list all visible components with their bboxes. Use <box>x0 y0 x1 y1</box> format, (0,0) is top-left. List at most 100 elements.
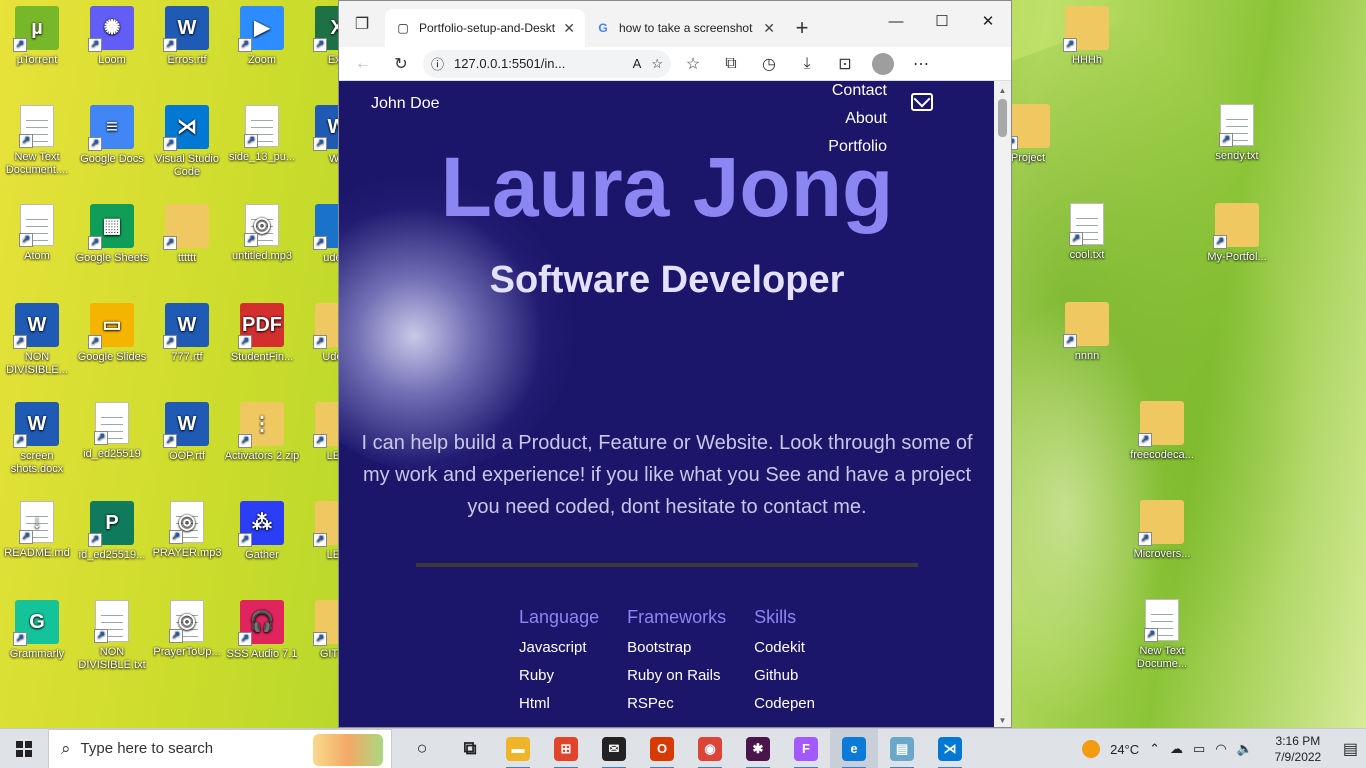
desktop-icon[interactable]: ▭ Google Slides <box>74 299 150 391</box>
more-icon[interactable]: ⋯ <box>905 50 937 78</box>
nav-brand[interactable]: John Doe <box>371 95 440 113</box>
scrollbar-thumb[interactable] <box>998 99 1007 137</box>
page-scrollbar[interactable]: ▲ ▼ <box>994 81 1011 727</box>
notifications-icon[interactable]: ▤ <box>1343 739 1358 759</box>
read-aloud-icon[interactable]: A <box>633 56 642 71</box>
desktop-icon[interactable]: W Erros.rtf <box>149 2 225 94</box>
close-icon[interactable]: ✕ <box>763 20 775 37</box>
mail-icon[interactable] <box>911 93 933 111</box>
taskbar-app-figma[interactable]: F <box>782 729 830 768</box>
desktop-icon[interactable]: Microvers... <box>1124 496 1200 588</box>
taskbar-app-vscode[interactable]: ⋊ <box>926 729 974 768</box>
office-icon: O <box>650 736 674 761</box>
desktop-icon[interactable]: G Grammarly <box>0 596 75 688</box>
desktop-icon[interactable]: NON DIVISIBLE.txt <box>74 596 150 688</box>
start-button[interactable] <box>0 729 48 768</box>
tab-actions-icon[interactable]: ❐ <box>339 1 385 47</box>
desktop-icon[interactable]: ◎ PrayerToUp... <box>149 596 225 688</box>
desktop-icon[interactable]: id_ed25519 <box>74 398 150 490</box>
maximize-button[interactable]: ☐ <box>919 1 965 41</box>
desktop-icon[interactable]: Wscreen shots.docx <box>0 398 75 490</box>
history-icon[interactable]: ◷ <box>753 50 785 78</box>
desktop-icon[interactable]: New Text Document.... <box>0 101 75 193</box>
extensions-icon[interactable]: ⊡ <box>829 50 861 78</box>
collections-icon[interactable]: ⧉ <box>715 50 747 78</box>
taskbar-app-task-view[interactable]: ⧉ <box>446 729 494 768</box>
taskbar-app-chrome[interactable]: ◉ <box>686 729 734 768</box>
desktop-icon-label: Atom <box>24 250 50 262</box>
volume-icon[interactable]: 🔈 <box>1237 741 1253 757</box>
desktop-icon[interactable]: PDF StudentFin... <box>224 299 300 391</box>
battery-icon[interactable]: ▭ <box>1193 741 1205 757</box>
tab-portfolio[interactable]: ▢ Portfolio-setup-and-Deskto ✕ <box>385 9 585 47</box>
refresh-button[interactable]: ↻ <box>385 50 417 78</box>
tab-title: how to take a screenshot o <box>619 21 756 35</box>
taskbar-app-office[interactable]: O <box>638 729 686 768</box>
desktop-icon[interactable]: HHHh <box>1049 2 1125 94</box>
close-window-button[interactable]: ✕ <box>965 1 1011 41</box>
scroll-up-icon[interactable]: ▲ <box>994 83 1011 97</box>
desktop-icon[interactable]: side_13_pu... <box>224 101 300 193</box>
close-icon[interactable]: ✕ <box>563 20 575 37</box>
wifi-icon[interactable]: ◠ <box>1215 741 1226 757</box>
taskbar-app-slack[interactable]: ✱ <box>734 729 782 768</box>
scroll-down-icon[interactable]: ▼ <box>994 713 1011 727</box>
minimize-button[interactable]: — <box>873 1 919 41</box>
info-icon[interactable]: ⓘ <box>431 54 444 73</box>
desktop-icon[interactable]: cool.txt <box>1049 199 1125 291</box>
desktop-icon[interactable]: freecodeca... <box>1124 397 1200 489</box>
favorites-icon[interactable]: ☆ <box>677 50 709 78</box>
desktop-icon[interactable]: Atom <box>0 200 75 292</box>
taskbar-app-mail[interactable]: ✉ <box>590 729 638 768</box>
desktop-icon[interactable]: ✺ Loom <box>74 2 150 94</box>
search-highlight-art <box>313 733 383 766</box>
desktop-icon[interactable]: µ µTorrent <box>0 2 75 94</box>
profile-icon[interactable] <box>867 50 899 78</box>
skill-item: Codekit <box>754 639 805 656</box>
desktop-icon[interactable]: ↓ README.md <box>0 497 75 589</box>
desktop-icon[interactable]: ◎ PRAYER.mp3 <box>149 497 225 589</box>
desktop-icon[interactable]: W 777.rtf <box>149 299 225 391</box>
add-favorite-icon[interactable]: ☆ <box>651 56 663 72</box>
file-icon <box>1138 401 1184 447</box>
taskbar-app-store[interactable]: ⊞ <box>542 729 590 768</box>
desktop-icon[interactable]: ⋊Visual Studio Code <box>149 101 225 193</box>
desktop-icon[interactable]: W OOP.rtf <box>149 398 225 490</box>
weather-temp[interactable]: 24°C <box>1110 742 1139 757</box>
onedrive-icon[interactable]: ☁ <box>1170 741 1183 757</box>
desktop-icon[interactable]: ⋮ Activators 2.zip <box>224 398 300 490</box>
clock[interactable]: 3:16 PM 7/9/2022 <box>1263 733 1333 765</box>
address-bar[interactable]: ⓘ 127.0.0.1:5501/in... A ☆ <box>423 49 671 78</box>
chevron-up-icon[interactable]: ⌃ <box>1149 741 1160 757</box>
desktop-icon[interactable]: 🎧 SSS Audio 7.1 <box>224 596 300 688</box>
desktop-icon[interactable]: My-Portfol... <box>1199 199 1275 291</box>
file-icon: ↓ <box>19 501 54 544</box>
weather-icon[interactable] <box>1082 740 1101 758</box>
taskbar-app-file-explorer[interactable]: ▬ <box>494 729 542 768</box>
file-icon: ≡ <box>88 105 134 151</box>
desktop-icon-label: SSS Audio 7.1 <box>226 648 298 660</box>
desktop-icon[interactable]: ▦ Google Sheets <box>74 200 150 292</box>
taskbar-app-notepad[interactable]: ▤ <box>878 729 926 768</box>
new-tab-button[interactable]: + <box>785 9 819 47</box>
desktop-icon[interactable]: nnnn <box>1049 298 1125 390</box>
desktop-icon[interactable]: ◎ untitled.mp3 <box>224 200 300 292</box>
desktop-icon[interactable]: ≡ Google Docs <box>74 101 150 193</box>
desktop-icon[interactable]: ▶ Zoom <box>224 2 300 94</box>
tab-google-search[interactable]: G how to take a screenshot o ✕ <box>585 9 785 47</box>
desktop-icon[interactable]: tttttt <box>149 200 225 292</box>
desktop-icon[interactable]: New Text Docume... <box>1124 595 1200 687</box>
nav-link-contact[interactable]: Contact <box>832 81 887 105</box>
taskbar-app-edge[interactable]: e <box>830 728 878 768</box>
downloads-icon[interactable]: ⤓ <box>791 50 823 78</box>
desktop-icon[interactable]: ⁂ Gather <box>224 497 300 589</box>
desktop-icon-label: freecodeca... <box>1130 449 1194 461</box>
taskbar-search[interactable]: ⌕ Type here to search <box>48 728 392 768</box>
desktop-icon[interactable]: Pid_ed25519... <box>74 497 150 589</box>
vscode-icon: ⋊ <box>938 736 962 761</box>
nav-link-about[interactable]: About <box>845 105 887 133</box>
back-button[interactable]: ← <box>347 50 379 78</box>
desktop-icon[interactable]: WNON DIVISIBLE... <box>0 299 75 391</box>
desktop-icon[interactable]: sendy.txt <box>1199 100 1275 192</box>
taskbar-app-cortana[interactable]: ○ <box>398 729 446 768</box>
